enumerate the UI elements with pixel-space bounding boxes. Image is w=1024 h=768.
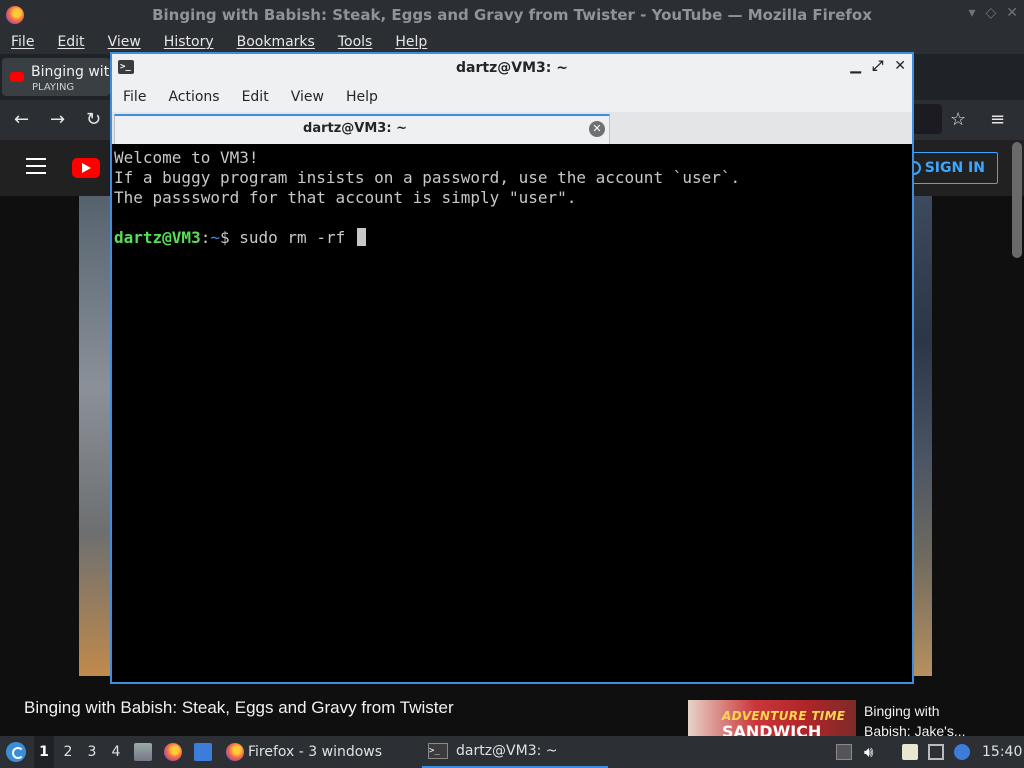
thumbnail-text-line2: SANDWICH — [722, 722, 822, 736]
clipboard-icon[interactable] — [902, 744, 918, 760]
menu-tools[interactable]: Tools — [327, 34, 385, 50]
terminal-menu-help[interactable]: Help — [335, 89, 389, 105]
close-icon[interactable]: ✕ — [894, 58, 906, 74]
youtube-favicon-icon — [10, 72, 24, 82]
hamburger-menu-icon[interactable]: ≡ — [990, 109, 1005, 130]
output-line: Welcome to VM3! — [114, 148, 259, 167]
menu-bookmarks[interactable]: Bookmarks — [226, 34, 327, 50]
firefox-titlebar: Binging with Babish: Steak, Eggs and Gra… — [0, 0, 1024, 30]
show-desktop-icon[interactable] — [194, 743, 212, 761]
firefox-icon — [226, 743, 244, 761]
task-terminal[interactable]: >_ dartz@VM3: ~ — [422, 736, 608, 768]
application-menu-icon[interactable] — [6, 742, 26, 762]
terminal-titlebar[interactable]: >_ dartz@VM3: ~ ▁ ⤢ ✕ — [112, 54, 912, 82]
forward-icon[interactable]: → — [50, 109, 65, 130]
terminal-app-icon: >_ — [118, 60, 134, 74]
terminal-window-title: dartz@VM3: ~ — [456, 60, 568, 76]
menu-edit[interactable]: Edit — [46, 34, 96, 50]
volume-icon[interactable]: 🔊︎ — [864, 744, 880, 760]
tab-playing-status: PLAYING — [32, 82, 75, 93]
thumbnail-text-line1: ADVENTURE TIME — [722, 709, 846, 723]
menu-view[interactable]: View — [97, 34, 153, 50]
recommended-title-line1: Binging with — [864, 703, 940, 719]
video-title: Binging with Babish: Steak, Eggs and Gra… — [24, 698, 454, 717]
terminal-menu-actions[interactable]: Actions — [157, 89, 230, 105]
prompt-symbol: $ — [219, 228, 230, 247]
bookmark-star-icon[interactable]: ☆ — [950, 109, 966, 130]
recommended-video-thumbnail[interactable]: ADVENTURE TIME SANDWICH — [688, 700, 856, 736]
text-cursor — [356, 228, 366, 246]
menu-history[interactable]: History — [153, 34, 226, 50]
youtube-guide-menu-icon[interactable] — [26, 158, 46, 174]
prompt-path: ~ — [210, 228, 220, 247]
terminal-window[interactable]: >_ dartz@VM3: ~ ▁ ⤢ ✕ File Actions Edit … — [110, 52, 914, 684]
terminal-tabbar: dartz@VM3: ~ ✕ — [112, 112, 912, 145]
page-scrollbar[interactable] — [1012, 142, 1022, 258]
taskbar: 1 2 3 4 Firefox - 3 windows >_ dartz@VM3… — [0, 736, 1024, 768]
tray-expand-icon[interactable] — [836, 744, 852, 760]
workspace-4[interactable]: 4 — [106, 744, 126, 760]
terminal-menu-edit[interactable]: Edit — [231, 89, 280, 105]
url-bar[interactable] — [912, 104, 942, 134]
output-line: The passsword for that account is simply… — [114, 188, 577, 207]
menu-help[interactable]: Help — [384, 34, 439, 50]
video-frame — [79, 196, 113, 676]
workspace-3[interactable]: 3 — [82, 744, 102, 760]
prompt-user-host: dartz@VM3 — [114, 228, 201, 247]
terminal-tab-label: dartz@VM3: ~ — [303, 121, 407, 136]
task-firefox-label: Firefox - 3 windows — [248, 744, 383, 760]
youtube-logo-icon[interactable] — [72, 158, 100, 178]
minimize-icon[interactable]: ▁ — [850, 58, 861, 74]
workspace-2[interactable]: 2 — [58, 744, 78, 760]
typed-command: sudo rm -rf — [229, 228, 355, 247]
reload-icon[interactable]: ↻ — [86, 109, 101, 130]
terminal-tab[interactable]: dartz@VM3: ~ ✕ — [114, 114, 610, 144]
output-line: If a buggy program insists on a password… — [114, 168, 741, 187]
firefox-launcher-icon[interactable] — [164, 743, 182, 761]
firefox-icon — [6, 6, 24, 24]
back-icon[interactable]: ← — [14, 109, 29, 130]
maximize-icon[interactable]: ⤢ — [872, 58, 883, 74]
task-terminal-label: dartz@VM3: ~ — [456, 743, 558, 759]
tab-title: Binging with — [31, 64, 111, 80]
browser-tab[interactable]: Binging with PLAYING — [2, 58, 111, 96]
menu-file[interactable]: File — [0, 34, 46, 50]
terminal-menu-file[interactable]: File — [112, 89, 157, 105]
sign-in-button[interactable]: SIGN IN — [902, 152, 998, 184]
tab-close-icon[interactable]: ✕ — [589, 121, 605, 137]
workspace-1[interactable]: 1 — [34, 736, 54, 768]
prompt-line[interactable]: dartz@VM3:~$ sudo rm -rf — [114, 228, 366, 248]
close-icon[interactable]: ✕ — [1006, 5, 1018, 21]
updates-icon[interactable] — [954, 744, 970, 760]
minimize-icon[interactable]: ▾ — [968, 5, 975, 21]
file-manager-icon[interactable] — [134, 743, 152, 761]
terminal-icon: >_ — [428, 743, 448, 759]
recommended-video-title[interactable]: Binging with Babish: Jake's... — [864, 701, 966, 741]
sign-in-label: SIGN IN — [924, 160, 985, 176]
terminal-menubar: File Actions Edit View Help — [112, 82, 912, 112]
firefox-window-title: Binging with Babish: Steak, Eggs and Gra… — [152, 6, 872, 24]
clock[interactable]: 15:40 — [982, 744, 1022, 760]
terminal-output[interactable]: Welcome to VM3! If a buggy program insis… — [112, 144, 912, 682]
prompt-separator: : — [200, 228, 211, 247]
task-firefox[interactable]: Firefox - 3 windows — [226, 736, 416, 768]
terminal-menu-view[interactable]: View — [280, 89, 335, 105]
network-icon[interactable] — [928, 744, 944, 760]
maximize-icon[interactable]: ◇ — [985, 5, 996, 21]
firefox-menubar: File Edit View History Bookmarks Tools H… — [0, 30, 1024, 54]
